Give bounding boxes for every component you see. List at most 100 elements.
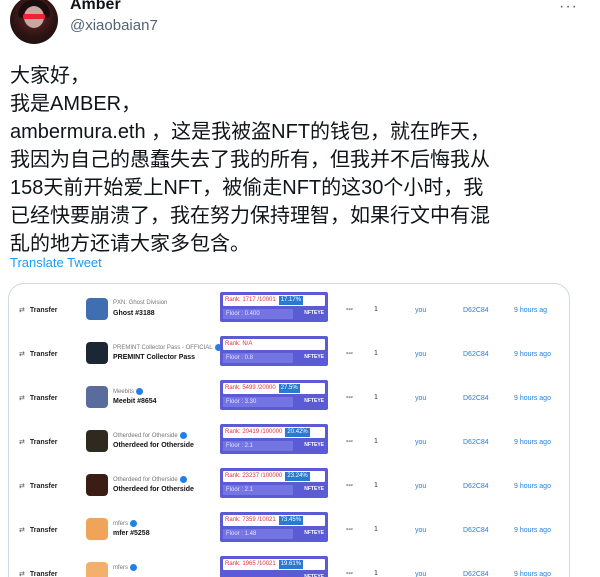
transfer-icon: ⇄	[19, 439, 25, 446]
collection-name[interactable]: mfers	[113, 520, 137, 527]
table-row[interactable]: ⇄ Transfer PREMINT Collector Pass - OFFICI…	[9, 332, 569, 376]
rank-box: Rank: 5499 /20000 27.5%	[223, 383, 325, 394]
to-link[interactable]: D62C84	[463, 527, 489, 534]
nft-thumbnail[interactable]	[86, 386, 108, 408]
rank-percent: 73.45%	[278, 516, 304, 525]
nfteye-logo: NFTEYE	[304, 398, 324, 404]
item-name[interactable]: Otherdeed for Otherside	[113, 442, 194, 449]
table-row[interactable]: ⇄ Transfer Meebits Meebit #8654 Rank: 5499 /…	[9, 376, 569, 420]
event-cell: ⇄ Transfer	[19, 570, 58, 577]
collection-name[interactable]: Otherdeed for Otherside	[113, 432, 187, 439]
quantity-cell: 1	[374, 526, 378, 533]
collection-name[interactable]: Otherdeed for Otherside	[113, 476, 187, 483]
to-link[interactable]: D62C84	[463, 351, 489, 358]
tweet-line: 158天前开始爱上NFT，被偷走NFT的这30个小时，我	[10, 177, 484, 199]
item-name[interactable]: Meebit #8654	[113, 398, 157, 405]
time-link[interactable]: 9 hours ago	[514, 571, 551, 577]
tweet-line: ambermura.eth ，这是我被盗NFT的钱包，就在昨天，	[10, 121, 491, 143]
author-handle[interactable]: @xiaobaian7	[70, 17, 158, 34]
tweet-body: 大家好， 我是AMBER， ambermura.eth ，这是我被盗NFT的钱包…	[10, 62, 590, 258]
rank-widget[interactable]: Rank: 1717 /10001 17.17% Floor : 0.400 NFTE…	[220, 292, 328, 322]
event-cell: ⇄ Transfer	[19, 350, 58, 358]
nfteye-logo: NFTEYE	[304, 354, 324, 360]
from-link[interactable]: you	[415, 307, 426, 314]
rank-percent: 19.61%	[278, 560, 304, 569]
item-name[interactable]: Ghost #3188	[113, 310, 155, 317]
translate-tweet-link[interactable]: Translate Tweet	[10, 255, 102, 270]
rank-box: Rank: 23237 /100000 23.24%	[223, 471, 325, 482]
collection-name[interactable]: Meebits	[113, 388, 144, 395]
rank-widget[interactable]: Rank: 23237 /100000 23.24% Floor : 2.1 NFTE…	[220, 468, 328, 498]
table-row[interactable]: ⇄ Transfer mfers Rank: 1965 /10021 19.61% NFT…	[9, 552, 569, 577]
rank-text: Rank: 7359 /10021	[225, 517, 276, 523]
item-name[interactable]: PREMINT Collector Pass	[113, 354, 195, 361]
from-link[interactable]: you	[415, 571, 426, 577]
tweet-line: 乱的地方还请大家多包含。	[10, 233, 250, 255]
from-link[interactable]: you	[415, 527, 426, 534]
more-options-icon[interactable]: ···	[559, 0, 578, 16]
from-link[interactable]: you	[415, 439, 426, 446]
to-link[interactable]: D62C84	[463, 483, 489, 490]
rank-text: Rank: 20419 /100000	[225, 429, 283, 435]
quantity-cell: 1	[374, 350, 378, 357]
from-link[interactable]: you	[415, 483, 426, 490]
event-label: Transfer	[29, 483, 58, 490]
rank-widget[interactable]: Rank: 5499 /20000 27.5% Floor : 3.30 NFTEYE	[220, 380, 328, 410]
transfer-icon: ⇄	[19, 307, 25, 314]
to-link[interactable]: D62C84	[463, 395, 489, 402]
time-link[interactable]: 9 hours ago	[514, 395, 551, 402]
time-link[interactable]: 9 hours ago	[514, 527, 551, 534]
rank-box: Rank: N/A	[223, 339, 325, 350]
time-link[interactable]: 9 hours ago	[514, 439, 551, 446]
rank-text: Rank: 1965 /10021	[225, 561, 276, 567]
tweet-line: 我因为自己的愚蠢失去了我的所有，但我并不后悔我从	[10, 149, 490, 171]
rank-widget[interactable]: Rank: 20419 /100000 20.42% Floor : 2.1 NFTE…	[220, 424, 328, 454]
floor-price: Floor : 3.30	[223, 397, 293, 407]
table-row[interactable]: ⇄ Transfer mfers mfer #5258 Rank: 7359 /1002…	[9, 508, 569, 552]
nft-thumbnail[interactable]	[86, 298, 108, 320]
event-cell: ⇄ Transfer	[19, 482, 58, 490]
tweet-header: Amber @xiaobaian7 ···	[10, 0, 590, 46]
table-row[interactable]: ⇄ Transfer Otherdeed for Otherside Otherdee…	[9, 464, 569, 508]
nft-thumbnail[interactable]	[86, 518, 108, 540]
to-link[interactable]: D62C84	[463, 571, 489, 577]
quantity-cell: 1	[374, 482, 378, 489]
rank-text: Rank: 5499 /20000	[225, 385, 276, 391]
to-link[interactable]: D62C84	[463, 307, 489, 314]
avatar[interactable]	[10, 0, 58, 44]
verified-icon	[130, 564, 137, 571]
floor-price: Floor : 2.1	[223, 441, 293, 451]
time-link[interactable]: 9 hours ago	[514, 351, 551, 358]
nft-thumbnail[interactable]	[86, 562, 108, 577]
from-link[interactable]: you	[415, 351, 426, 358]
rank-box: Rank: 1717 /10001 17.17%	[223, 295, 325, 306]
rank-widget[interactable]: Rank: 1965 /10021 19.61% NFTEYE	[220, 556, 328, 577]
collection-name[interactable]: PREMINT Collector Pass - OFFICIAL	[113, 344, 222, 351]
rank-widget[interactable]: Rank: 7359 /10021 73.45% Floor : 1.48 NFTEY…	[220, 512, 328, 542]
price-cell: ---	[346, 570, 353, 577]
item-name[interactable]: Otherdeed for Otherside	[113, 486, 194, 493]
collection-name[interactable]: PXN: Ghost Division	[113, 300, 167, 306]
rank-text: Rank: N/A	[225, 341, 253, 347]
verified-icon	[130, 520, 137, 527]
author-name[interactable]: Amber	[70, 0, 121, 14]
table-row[interactable]: ⇄ Transfer PXN: Ghost Division Ghost #3188 R…	[9, 288, 569, 332]
event-cell: ⇄ Transfer	[19, 394, 58, 402]
from-link[interactable]: you	[415, 395, 426, 402]
time-link[interactable]: 9 hours ag	[514, 307, 547, 314]
to-link[interactable]: D62C84	[463, 439, 489, 446]
activity-image-card[interactable]: ⇄ Transfer PXN: Ghost Division Ghost #3188 R…	[8, 283, 570, 577]
time-link[interactable]: 9 hours ago	[514, 483, 551, 490]
table-row[interactable]: ⇄ Transfer Otherdeed for Otherside Otherdee…	[9, 420, 569, 464]
collection-name[interactable]: mfers	[113, 564, 137, 571]
nft-thumbnail[interactable]	[86, 430, 108, 452]
item-name[interactable]: mfer #5258	[113, 530, 150, 537]
nft-thumbnail[interactable]	[86, 342, 108, 364]
floor-price: Floor : 0.400	[223, 309, 293, 319]
rank-widget[interactable]: Rank: N/A Floor : 0.8 NFTEYE	[220, 336, 328, 366]
tweet-line: 大家好，	[10, 65, 90, 87]
event-cell: ⇄ Transfer	[19, 438, 58, 446]
rank-box: Rank: 1965 /10021 19.61%	[223, 559, 325, 570]
nft-thumbnail[interactable]	[86, 474, 108, 496]
nfteye-logo: NFTEYE	[304, 310, 324, 316]
